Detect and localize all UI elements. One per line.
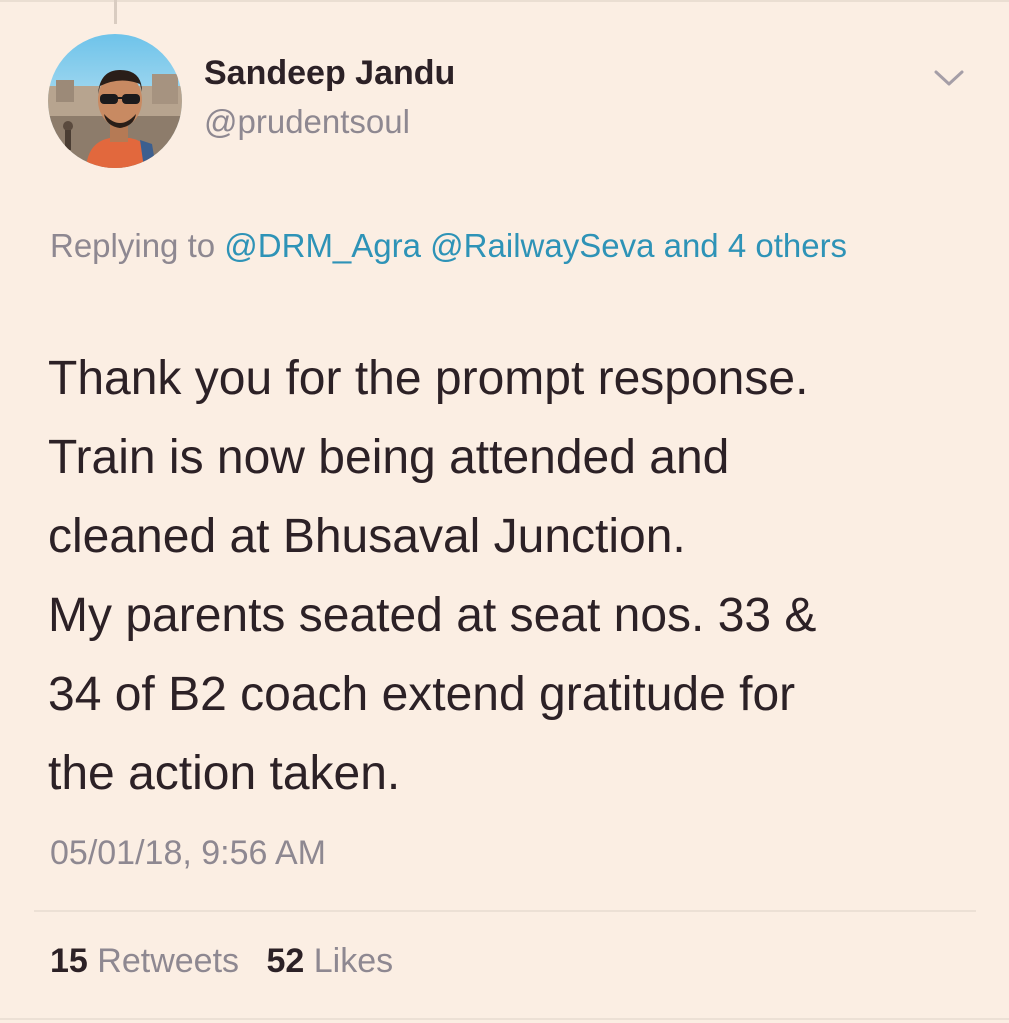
replying-to-label: Replying to [50,227,216,264]
others-link[interactable]: and 4 others [664,227,847,264]
tweet-text-line: Train is now being attended and [48,431,730,484]
chevron-down-icon [934,70,964,86]
mention-link[interactable]: @DRM_Agra [224,227,421,264]
tweet-text-line: Thank you for the prompt response. [48,352,809,405]
avatar-photo-icon [48,34,182,168]
author-handle[interactable]: @prudentsoul [204,103,410,141]
tweet-text-line: cleaned at Bhusaval Junction. [48,510,686,563]
section-divider [34,910,976,912]
thread-connector-line [114,0,117,24]
likes-count: 52 [266,942,305,980]
mention-link[interactable]: @RailwaySeva [430,227,654,264]
tweet-text: Thank you for the prompt response. Train… [48,339,978,813]
tweet-text-line: the action taken. [48,747,401,800]
tweet-detail-view: Sandeep Jandu @prudentsoul Replying to @… [0,0,1009,1023]
tweet-stats: 15 Retweets 52 Likes [50,942,393,981]
tweet-menu-button[interactable] [930,62,968,94]
tweet-timestamp: 05/01/18, 9:56 AM [50,834,326,872]
bottom-divider [0,1018,1009,1020]
tweet-text-line: 34 of B2 coach extend gratitude for [48,668,796,721]
user-avatar[interactable] [48,34,182,168]
top-divider [0,0,1009,2]
retweets-count: 15 [50,942,88,980]
reply-context: Replying to @DRM_Agra @RailwaySeva and 4… [50,218,950,273]
likes-label: Likes [313,942,394,980]
retweets-stat[interactable]: 15 Retweets [50,942,248,980]
tweet-text-line: My parents seated at seat nos. 33 & [48,589,817,642]
likes-stat[interactable]: 52 Likes [266,942,393,980]
author-display-name[interactable]: Sandeep Jandu [204,54,455,93]
retweets-label: Retweets [97,942,240,980]
